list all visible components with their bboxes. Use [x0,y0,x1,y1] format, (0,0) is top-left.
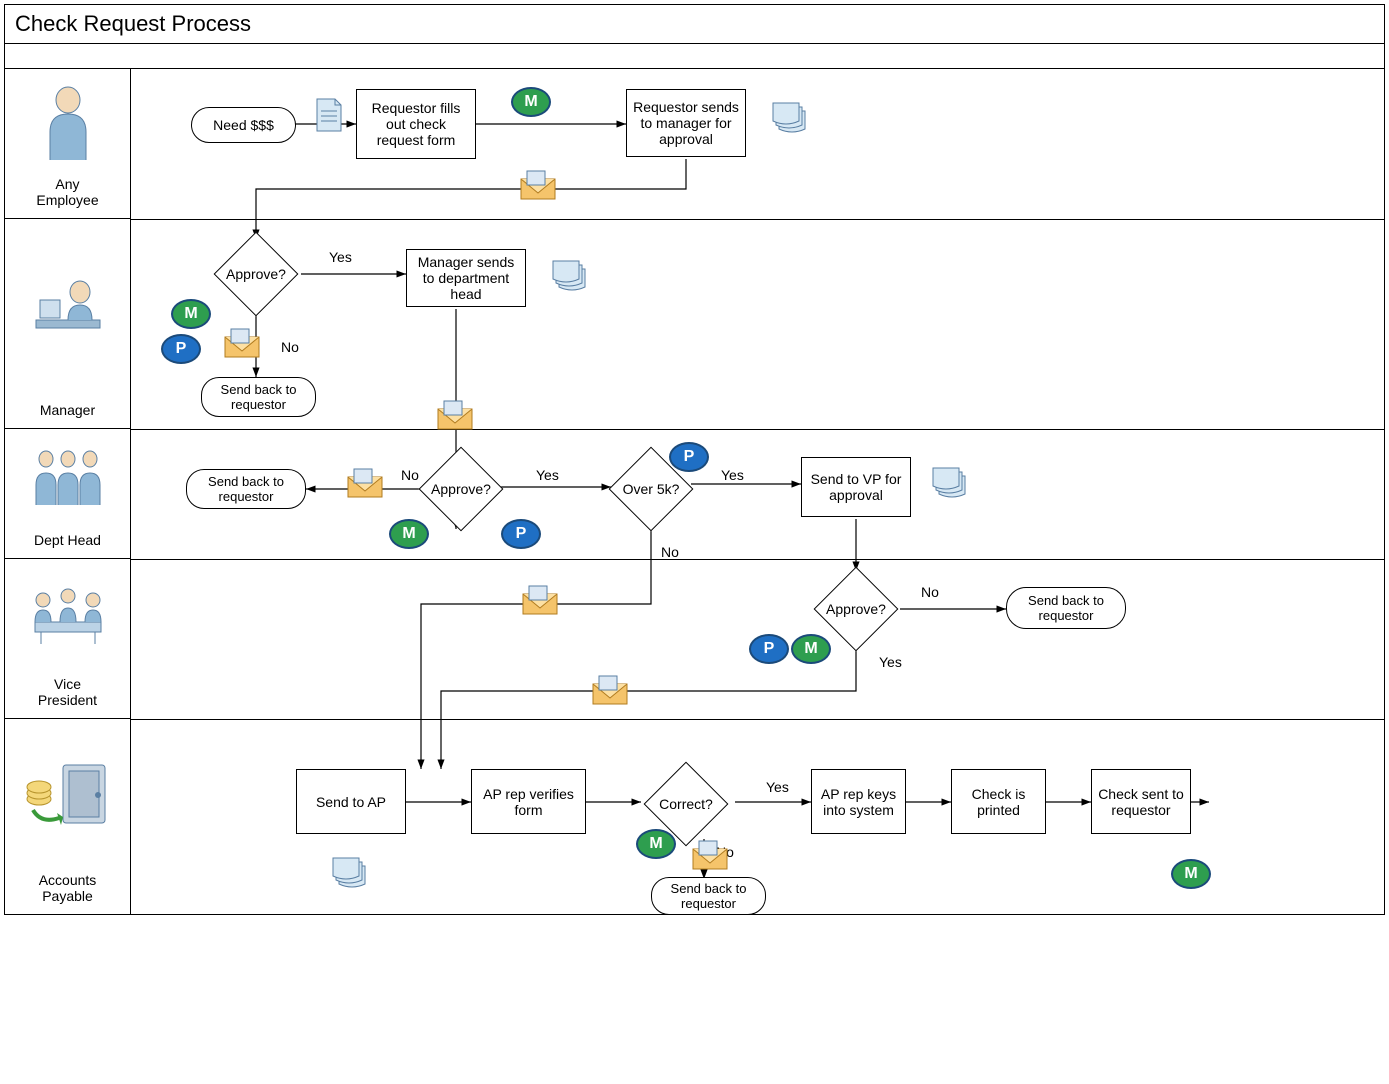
decision-dept-approve: Approve? [416,444,506,534]
edge-label-yes: Yes [721,467,744,483]
lane-label: AnyEmployee [5,69,130,219]
swimlanes: AnyEmployee Manager Dept Head VicePresident… [5,69,1384,914]
process-fill-form: Requestor fills out check request form [356,89,476,159]
mail-icon [436,399,474,431]
badge-p-icon: P [749,634,789,664]
lane-label: VicePresident [5,559,130,719]
process-to-ap: Send to AP [296,769,406,834]
edge-label-no: No [921,584,939,600]
title-spacer [5,44,1384,69]
document-icon [314,97,344,135]
lane-caption: Dept Head [34,532,101,548]
edge-label-no: No [281,339,299,355]
lane-label: AccountsPayable [5,719,130,914]
terminator-vp-sendback: Send back to requestor [1006,587,1126,629]
process-to-vp: Send to VP for approval [801,457,911,517]
process-ap-key: AP rep keys into system [811,769,906,834]
lane-role-icon [28,429,108,532]
lane-caption: AccountsPayable [39,872,97,904]
lane-role-icon [28,219,108,402]
lane-role-icon [38,69,98,176]
edge-label-yes: Yes [536,467,559,483]
process-print: Check is printed [951,769,1046,834]
badge-m-icon: M [791,634,831,664]
edge-label-yes: Yes [766,779,789,795]
badge-p-icon: P [501,519,541,549]
lane-caption: AnyEmployee [36,176,98,208]
terminator-dept-sendback: Send back to requestor [186,469,306,509]
mail-icon [591,674,629,706]
badge-m-icon: M [511,87,551,117]
flow-canvas: Need $$$ Requestor fills out check reque… [131,69,1384,914]
documents-icon [551,257,597,297]
mail-icon [691,839,729,871]
badge-m-icon: M [171,299,211,329]
lane-caption: VicePresident [38,676,97,708]
edge-label-yes: Yes [879,654,902,670]
diagram-title: Check Request Process [5,5,1384,44]
process-ap-verify: AP rep verifies form [471,769,586,834]
mail-icon [521,584,559,616]
documents-icon [331,854,377,894]
badge-m-icon: M [1171,859,1211,889]
decision-mgr-approve: Approve? [211,229,301,319]
process-mgr-todept: Manager sends to department head [406,249,526,307]
lane-role-icon [23,719,113,872]
documents-icon [931,464,977,504]
edge-label-no: No [401,467,419,483]
lane-role-icon [23,559,113,676]
terminator-mgr-sendback: Send back to requestor [201,377,316,417]
badge-m-icon: M [636,829,676,859]
edge-label-yes: Yes [329,249,352,265]
badge-p-icon: P [161,334,201,364]
badge-m-icon: M [389,519,429,549]
diagram-frame: Check Request Process AnyEmployee Manager… [4,4,1385,915]
lane-label: Dept Head [5,429,130,559]
lane-caption: Manager [40,402,95,418]
badge-p-icon: P [669,442,709,472]
documents-icon [771,99,817,139]
mail-icon [519,169,557,201]
terminator-ap-sendback: Send back to requestor [651,877,766,914]
lane-label: Manager [5,219,130,429]
process-send-mgr: Requestor sends to manager for approval [626,89,746,157]
mail-icon [346,467,384,499]
mail-icon [223,327,261,359]
terminator-need: Need $$$ [191,107,296,143]
lane-labels-column: AnyEmployee Manager Dept Head VicePresident… [5,69,131,914]
edge-label-no: No [661,544,679,560]
process-sent: Check sent to requestor [1091,769,1191,834]
